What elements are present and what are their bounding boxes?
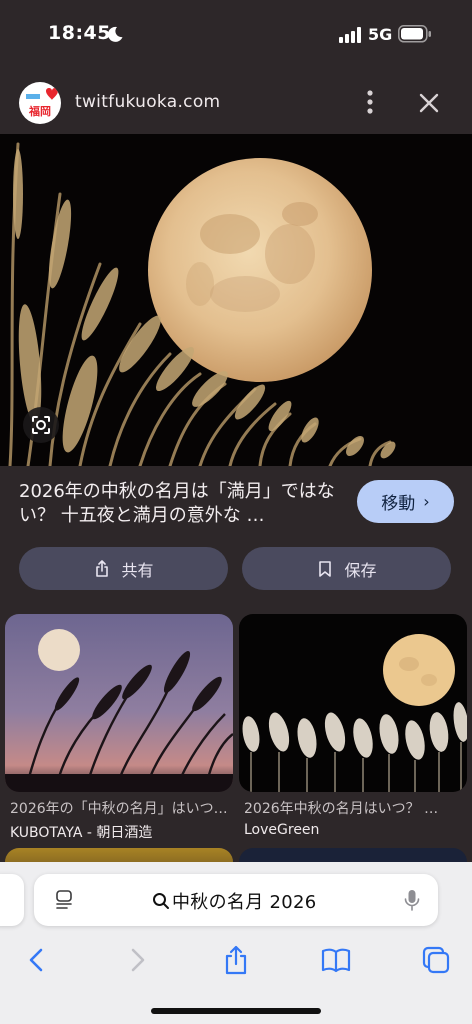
full-moon-pampas-photo	[0, 134, 472, 466]
previous-tab-peek[interactable]	[0, 874, 24, 926]
share-icon[interactable]	[220, 944, 252, 976]
visit-button[interactable]: 移動 ›	[357, 480, 454, 523]
battery-icon	[398, 25, 431, 43]
hero-image[interactable]	[0, 134, 472, 466]
back-icon[interactable]	[22, 944, 54, 976]
related-title[interactable]: 2026年中秋の名月はいつ？ …	[244, 798, 462, 818]
share-button[interactable]: 共有	[19, 547, 228, 590]
bookmark-icon	[319, 560, 332, 577]
close-icon[interactable]	[414, 88, 444, 118]
related-result[interactable]: 2026年中秋の名月はいつ？ … LoveGreen	[239, 614, 467, 838]
save-button[interactable]: 保存	[242, 547, 451, 590]
related-source: LoveGreen	[244, 822, 320, 838]
heart-logo-icon: 福岡	[26, 88, 58, 118]
home-indicator	[151, 1008, 321, 1014]
related-source: KUBOTAYA - 朝日酒造	[10, 825, 153, 841]
moon-pampas-night-photo	[239, 614, 467, 792]
result-title[interactable]: 2026年の中秋の名月は「満月」ではない？ 十五夜と満月の意外な …	[19, 480, 339, 528]
moon-twilight-photo	[5, 614, 233, 792]
page-menu-icon[interactable]	[54, 889, 74, 911]
more-vertical-icon[interactable]	[358, 88, 382, 116]
save-label: 保存	[344, 560, 377, 580]
source-header: 福岡 twitfukuoka.com	[0, 70, 472, 134]
related-thumbnail[interactable]	[5, 614, 233, 792]
search-icon	[153, 893, 169, 909]
logo-text: 福岡	[28, 104, 51, 118]
forward-icon[interactable]	[120, 944, 152, 976]
related-result[interactable]: 2026年の「中秋の名月」はいつ？ … KUBOTAYA - 朝日酒造	[5, 614, 233, 842]
related-title[interactable]: 2026年の「中秋の名月」はいつ？ …	[10, 798, 228, 818]
visit-label: 移動	[381, 494, 416, 514]
related-thumbnail[interactable]	[239, 614, 467, 792]
moon-icon	[107, 26, 123, 42]
bookmarks-icon[interactable]	[320, 944, 352, 976]
share-icon	[96, 559, 109, 577]
network-label: 5G	[368, 25, 393, 44]
status-bar: 18:45 5G	[0, 0, 472, 70]
signal-icon	[339, 27, 361, 43]
share-label: 共有	[121, 560, 154, 580]
chevron-right-icon: ›	[423, 492, 430, 511]
browser-bottom-bar: 中秋の名月 2026	[0, 862, 472, 1024]
site-domain[interactable]: twitfukuoka.com	[75, 92, 220, 112]
site-logo[interactable]: 福岡	[19, 82, 61, 124]
address-query[interactable]: 中秋の名月 2026	[172, 888, 317, 914]
visual-search-icon[interactable]	[22, 406, 60, 444]
microphone-icon[interactable]	[402, 888, 422, 912]
status-time: 18:45	[48, 22, 111, 44]
address-field[interactable]: 中秋の名月 2026	[34, 874, 438, 926]
tabs-icon[interactable]	[420, 944, 452, 976]
